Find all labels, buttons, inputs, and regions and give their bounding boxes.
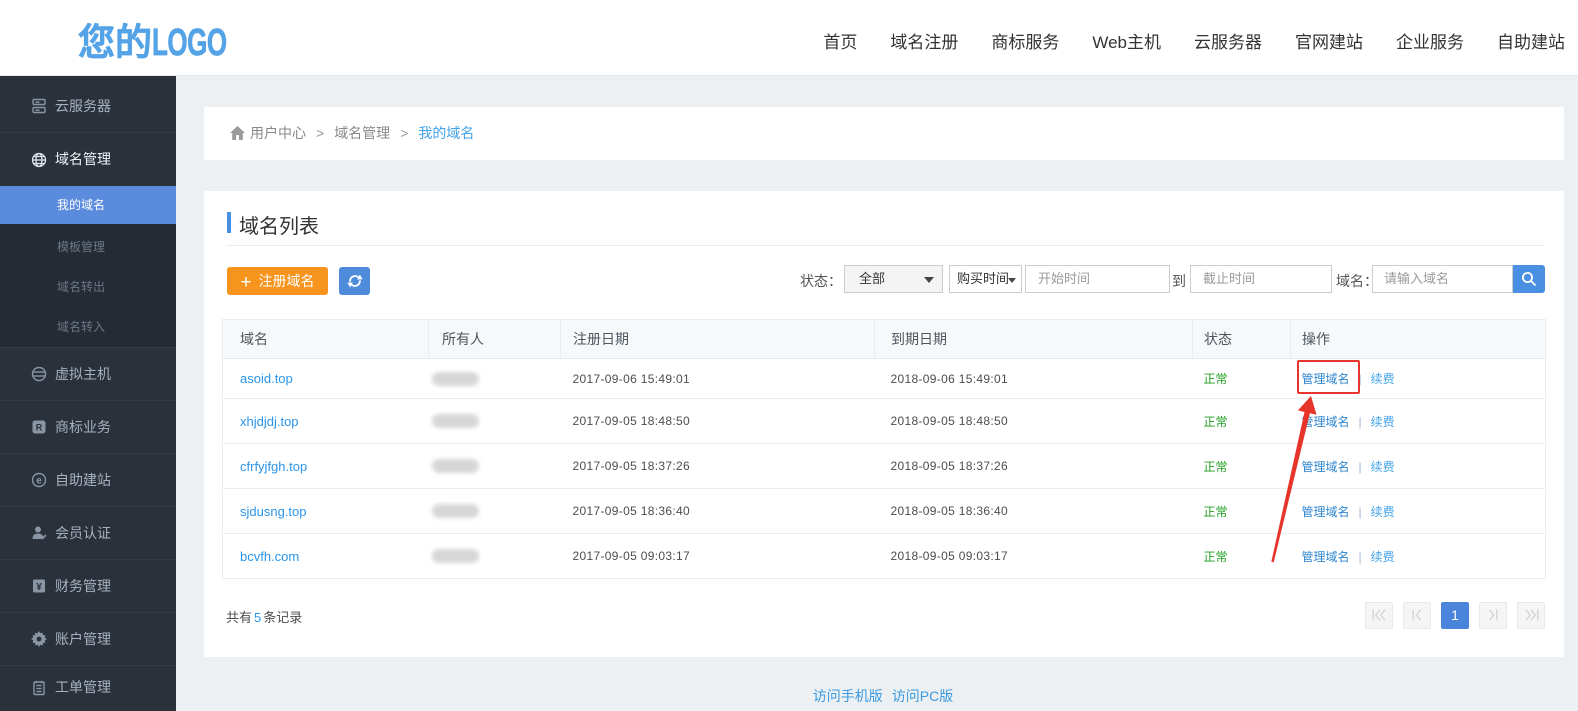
svg-text:¥: ¥: [36, 582, 42, 593]
svg-text:R: R: [36, 423, 43, 433]
svg-text:e: e: [36, 476, 42, 487]
